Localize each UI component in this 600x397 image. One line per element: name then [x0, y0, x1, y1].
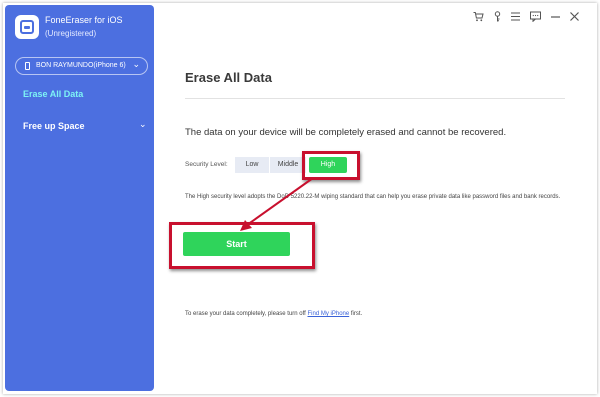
chat-icon[interactable] [530, 11, 541, 25]
security-level-description: The High security level adopts the DoD 5… [185, 194, 561, 200]
security-level-middle-option[interactable]: Middle [270, 157, 306, 173]
device-name: BON RAYMUNDO(iPhone 6) [36, 62, 126, 69]
footer-note: To erase your data completely, please tu… [185, 311, 362, 317]
title-divider [185, 98, 565, 99]
sidebar: FoneEraser for iOS (Unregistered) BON RA… [5, 5, 154, 391]
sidebar-item-erase-all-data[interactable]: Erase All Data [23, 89, 83, 99]
minimize-icon[interactable] [550, 11, 561, 25]
security-level-label: Security Level: [185, 161, 228, 168]
app-registration-status: (Unregistered) [45, 29, 97, 38]
high-option-highlight-box [302, 151, 360, 180]
find-my-iphone-link[interactable]: Find My iPhone [308, 311, 350, 317]
app-logo-icon [15, 15, 39, 39]
start-button-highlight-box [169, 222, 315, 269]
erase-warning-text: The data on your device will be complete… [185, 127, 507, 138]
cart-icon[interactable] [473, 11, 484, 25]
phone-icon [25, 62, 30, 70]
menu-icon[interactable] [510, 11, 521, 25]
chevron-down-icon[interactable]: ⌄ [139, 119, 147, 130]
security-level-low-option[interactable]: Low [235, 157, 269, 173]
footer-prefix: To erase your data completely, please tu… [185, 311, 308, 317]
page-title: Erase All Data [185, 70, 272, 85]
chevron-down-icon: ⌄ [132, 59, 140, 69]
device-selector[interactable]: BON RAYMUNDO(iPhone 6) ⌄ [15, 57, 148, 75]
sidebar-item-free-up-space[interactable]: Free up Space [23, 121, 85, 131]
close-icon[interactable] [569, 11, 580, 25]
key-icon[interactable] [493, 11, 502, 25]
app-title: FoneEraser for iOS [45, 15, 123, 25]
footer-suffix: first. [349, 311, 363, 317]
